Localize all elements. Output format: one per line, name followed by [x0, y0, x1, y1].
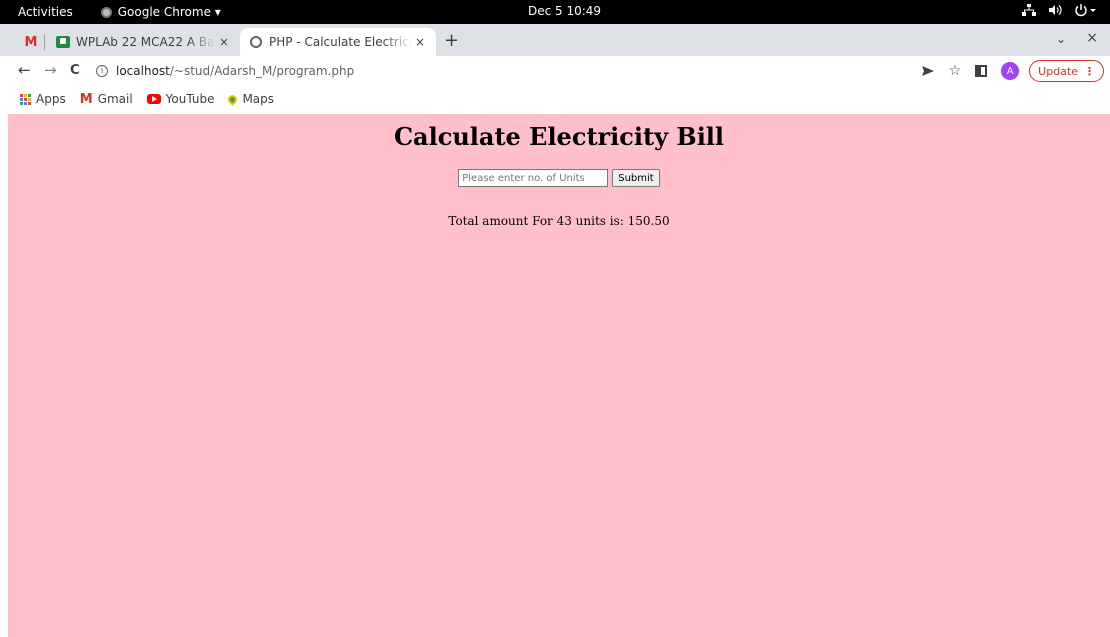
bookmark-label: YouTube [165, 92, 215, 106]
send-icon[interactable] [921, 65, 935, 77]
bill-result-text: Total amount For 43 units is: 150.50 [448, 214, 670, 228]
bookmark-label: Apps [36, 92, 66, 106]
back-button[interactable]: ← [18, 61, 31, 79]
youtube-icon [146, 94, 161, 104]
address-bar[interactable]: i localhost /~stud/Adarsh_M/program.php [96, 60, 916, 82]
tab-divider [44, 34, 45, 50]
new-tab-button[interactable]: + [444, 30, 459, 51]
tab-wplab[interactable]: WPLAb 22 MCA22 A Batch × [52, 28, 240, 56]
volume-icon [1049, 5, 1062, 15]
url-host: localhost [116, 64, 170, 78]
bookmarks-bar: Apps M Gmail YouTube Maps [0, 86, 1110, 112]
gmail-icon: M [24, 34, 38, 50]
activities-button[interactable]: Activities [18, 5, 73, 19]
bookmark-youtube[interactable]: YouTube [146, 92, 215, 106]
app-menu-label: Google Chrome ▾ [117, 5, 221, 19]
bookmark-label: Maps [242, 92, 275, 106]
tab-gmail-pinned[interactable]: M [18, 28, 44, 56]
classroom-icon [56, 36, 70, 48]
page-content: Calculate Electricity Bill Submit Total … [8, 114, 1110, 637]
url-path: /~stud/Adarsh_M/program.php [169, 64, 355, 78]
units-form: Submit [8, 169, 1110, 187]
tab-search-chevron-icon[interactable]: ⌄ [1056, 32, 1066, 46]
power-icon [1075, 4, 1096, 17]
chrome-icon [100, 6, 112, 18]
tab-strip: M WPLAb 22 MCA22 A Batch × PHP - Calcula… [0, 24, 1110, 56]
app-menu[interactable]: Google Chrome ▾ [100, 5, 221, 19]
maps-icon [226, 92, 240, 106]
update-label: Update [1038, 64, 1078, 78]
bookmark-label: Gmail [97, 92, 133, 106]
side-panel-icon[interactable] [975, 65, 988, 77]
update-button[interactable]: Update ⋮ [1029, 60, 1104, 82]
gmail-icon: M [79, 91, 93, 107]
forward-button[interactable]: → [44, 61, 57, 79]
toolbar-actions: ☆ A Update ⋮ [921, 60, 1104, 82]
profile-avatar[interactable]: A [1001, 62, 1020, 80]
tab-title: WPLAb 22 MCA22 A Batch [76, 35, 216, 49]
bookmark-apps[interactable]: Apps [20, 92, 66, 106]
window-close-button[interactable]: × [1086, 30, 1098, 46]
site-info-icon[interactable]: i [96, 65, 108, 77]
bookmark-star-icon[interactable]: ☆ [949, 63, 962, 79]
page-title: Calculate Electricity Bill [393, 122, 725, 151]
close-tab-icon[interactable]: × [412, 35, 428, 49]
tab-title: PHP - Calculate Electricity Bill [269, 35, 412, 49]
bookmark-gmail[interactable]: M Gmail [80, 92, 133, 107]
reload-button[interactable]: C [70, 63, 80, 78]
network-icon [1022, 4, 1036, 16]
units-input[interactable] [458, 169, 609, 187]
apps-grid-icon [20, 93, 31, 105]
kebab-menu-icon: ⋮ [1084, 64, 1095, 78]
submit-button[interactable]: Submit [612, 169, 660, 187]
system-tray[interactable] [1022, 3, 1098, 17]
clock[interactable]: Dec 5 10:49 [528, 4, 601, 18]
globe-icon [250, 36, 262, 48]
close-tab-icon[interactable]: × [216, 35, 232, 49]
browser-toolbar: ← → C i localhost /~stud/Adarsh_M/progra… [0, 56, 1110, 86]
bookmark-maps[interactable]: Maps [226, 92, 275, 106]
system-top-bar: Activities Google Chrome ▾ Dec 5 10:49 [0, 0, 1110, 24]
tab-php-electricity[interactable]: PHP - Calculate Electricity Bill × [240, 28, 436, 56]
